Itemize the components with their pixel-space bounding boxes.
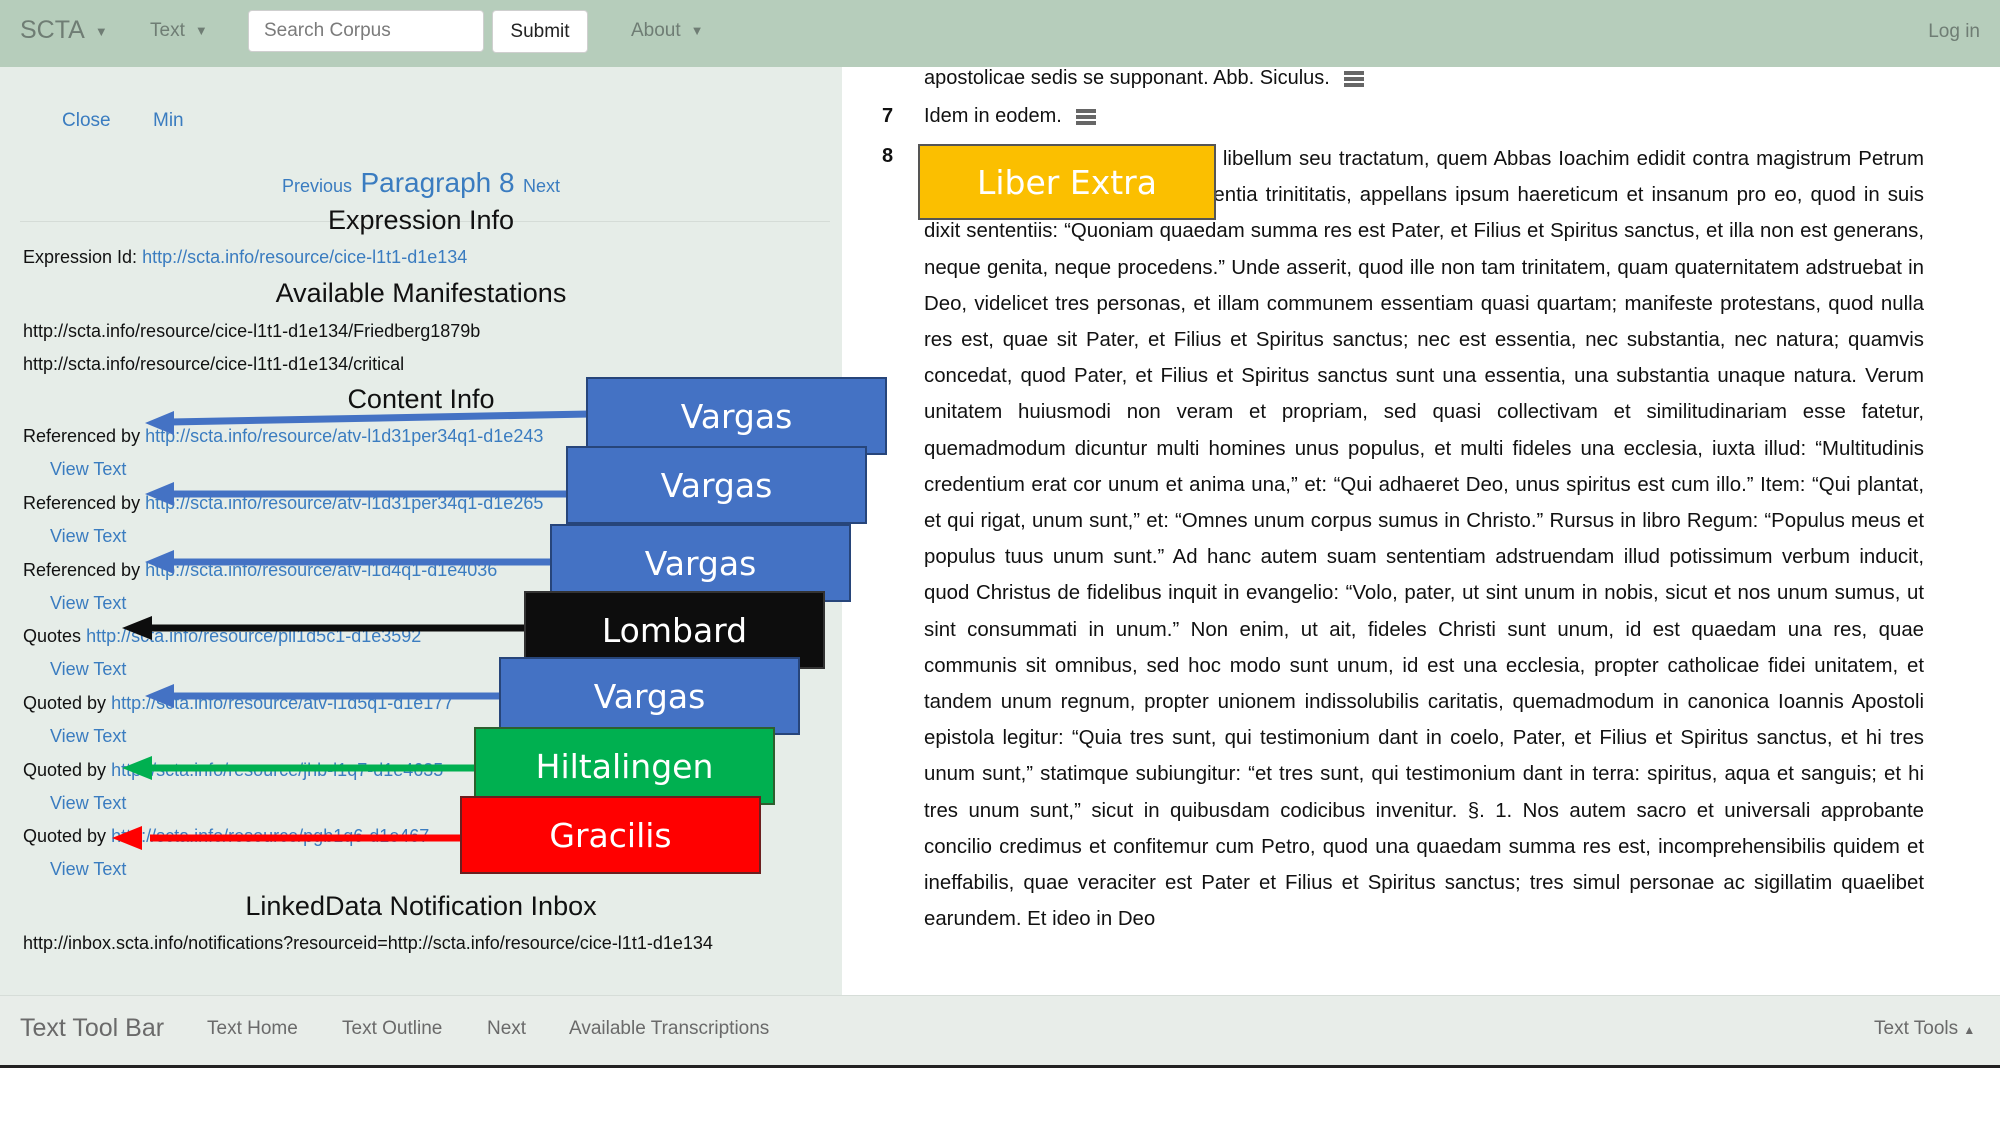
- text-menu-label: Text: [150, 20, 185, 41]
- relation-label: Referenced by: [23, 560, 141, 580]
- relation-label: Quoted by: [23, 693, 107, 713]
- view-text-link[interactable]: View Text: [50, 593, 126, 614]
- paragraph-nav: Previous Paragraph 8 Next: [0, 167, 842, 199]
- vargas-label: Vargas: [566, 446, 867, 524]
- relation-label: Referenced by: [23, 493, 141, 513]
- text-tools-label: Text Tools: [1874, 1018, 1959, 1039]
- text-outline-link[interactable]: Text Outline: [342, 1018, 442, 1040]
- vargas-label: Vargas: [586, 377, 887, 455]
- view-text-link[interactable]: View Text: [50, 659, 126, 680]
- relation-label: Quotes: [23, 626, 82, 646]
- paragraph-7-text: Idem in eodem.: [924, 105, 1062, 127]
- search-input[interactable]: [248, 10, 484, 52]
- previous-paragraph-tail: apostolicae sedis se supponant. Abb. Sic…: [924, 67, 1364, 90]
- stack-icon[interactable]: [1075, 108, 1096, 125]
- available-transcriptions-link[interactable]: Available Transcriptions: [569, 1018, 769, 1040]
- content-item: Quotes http://scta.info/resource/pll1d5c…: [23, 626, 421, 647]
- gracilis-label: Gracilis: [460, 796, 761, 874]
- expression-id-link[interactable]: http://scta.info/resource/cice-l1t1-d1e1…: [142, 247, 467, 267]
- vargas-label: Vargas: [499, 657, 800, 735]
- content-item: Referenced by http://scta.info/resource/…: [23, 493, 543, 514]
- view-text-link[interactable]: View Text: [50, 859, 126, 880]
- relation-label: Referenced by: [23, 426, 141, 446]
- content-item: Referenced by http://scta.info/resource/…: [23, 426, 543, 447]
- paragraph-title: Paragraph 8: [360, 167, 515, 198]
- resource-link[interactable]: http://scta.info/resource/atv-l1d31per34…: [145, 426, 543, 446]
- close-link[interactable]: Close: [62, 110, 111, 132]
- resource-link[interactable]: http://scta.info/resource/pll1d5c1-d1e35…: [86, 626, 421, 646]
- relation-label: Quoted by: [23, 760, 107, 780]
- inbox-heading: LinkedData Notification Inbox: [245, 891, 597, 921]
- stack-icon[interactable]: [1343, 70, 1364, 87]
- caret-up-icon: ▲: [1963, 1023, 1976, 1037]
- paragraph-number: 8: [882, 145, 894, 167]
- caret-down-icon: ▼: [690, 23, 704, 39]
- view-text-link[interactable]: View Text: [50, 459, 126, 480]
- manifestation-link[interactable]: http://scta.info/resource/cice-l1t1-d1e1…: [23, 321, 480, 342]
- paragraph-number: 7: [882, 105, 894, 127]
- submit-button[interactable]: Submit: [492, 10, 588, 53]
- hiltalingen-label: Hiltalingen: [474, 727, 775, 805]
- text-menu[interactable]: Text ▼: [150, 20, 208, 42]
- resource-link[interactable]: http://scta.info/resource/atv-l1d31per34…: [145, 493, 543, 513]
- text-tools-menu[interactable]: Text Tools ▲: [1874, 1018, 1975, 1040]
- content-item: Quoted by http://scta.info/resource/pgb1…: [23, 826, 429, 847]
- caret-down-icon: ▼: [94, 23, 108, 39]
- resource-link[interactable]: http://scta.info/resource/atv-l1d5q1-d1e…: [111, 693, 453, 713]
- brand-label: SCTA: [20, 16, 85, 44]
- paragraph-7: Idem in eodem.: [924, 105, 1096, 128]
- about-menu[interactable]: About ▼: [631, 20, 704, 42]
- next-link[interactable]: Next: [523, 176, 560, 196]
- manifestations-heading: Available Manifestations: [275, 278, 567, 308]
- manifestation-link[interactable]: http://scta.info/resource/cice-l1t1-d1e1…: [23, 354, 404, 375]
- relation-label: Quoted by: [23, 826, 107, 846]
- window-bottom-edge: [0, 1065, 2000, 1068]
- paragraph-8-text: Damnamus ergo et reprobamus libellum seu…: [924, 148, 1924, 931]
- brand-menu[interactable]: SCTA ▼: [20, 16, 108, 45]
- content-item: Quoted by http://scta.info/resource/jhb-…: [23, 760, 443, 781]
- text-tool-bar: Text Tool Bar Text Home Text Outline Nex…: [0, 995, 2000, 1066]
- next-link[interactable]: Next: [487, 1018, 526, 1040]
- view-text-link[interactable]: View Text: [50, 526, 126, 547]
- expression-id-row: Expression Id: http://scta.info/resource…: [23, 247, 467, 268]
- content-item: Quoted by http://scta.info/resource/atv-…: [23, 693, 453, 714]
- expression-id-label: Expression Id:: [23, 247, 138, 267]
- inbox-link[interactable]: http://inbox.scta.info/notifications?res…: [23, 933, 713, 954]
- resource-link[interactable]: http://scta.info/resource/pgb1q6-d1e467: [111, 826, 429, 846]
- liber-extra-label: Liber Extra: [918, 144, 1216, 220]
- text-home-link[interactable]: Text Home: [207, 1018, 298, 1040]
- min-link[interactable]: Min: [153, 110, 184, 132]
- resource-link[interactable]: http://scta.info/resource/jhb-l1q7-d1e46…: [111, 760, 443, 780]
- caret-down-icon: ▼: [194, 23, 208, 39]
- resource-link[interactable]: http://scta.info/resource/atv-l1d4q1-d1e…: [145, 560, 497, 580]
- previous-paragraph-text: apostolicae sedis se supponant. Abb. Sic…: [924, 67, 1330, 89]
- content-item: Referenced by http://scta.info/resource/…: [23, 560, 497, 581]
- toolbar-title: Text Tool Bar: [20, 1014, 165, 1042]
- login-link[interactable]: Log in: [1928, 21, 1980, 43]
- previous-link[interactable]: Previous: [282, 176, 352, 196]
- about-menu-label: About: [631, 20, 681, 41]
- expression-info-heading: Expression Info: [327, 205, 515, 235]
- view-text-link[interactable]: View Text: [50, 793, 126, 814]
- view-text-link[interactable]: View Text: [50, 726, 126, 747]
- top-navbar: SCTA ▼ Text ▼ Submit About ▼ Log in: [0, 0, 2000, 67]
